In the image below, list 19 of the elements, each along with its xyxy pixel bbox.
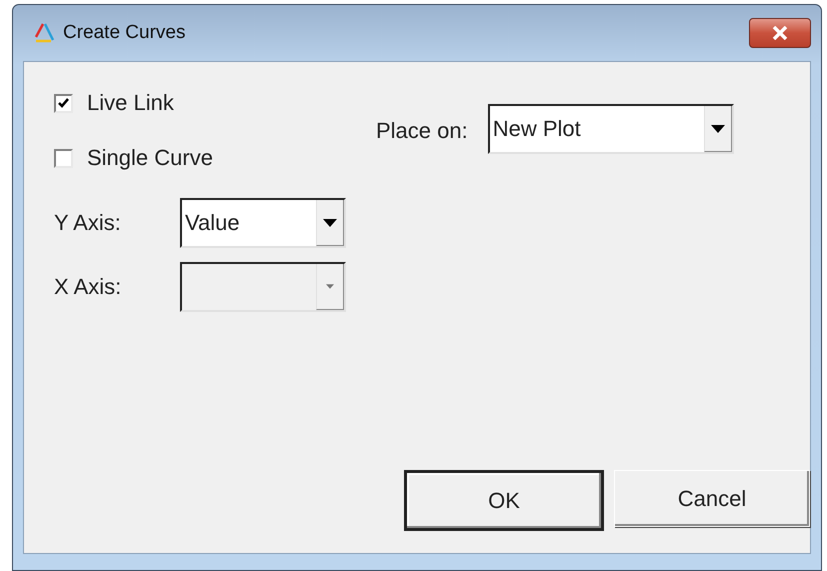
- checkbox[interactable]: [54, 94, 73, 112]
- caret-icon: [323, 218, 337, 226]
- cancel-button[interactable]: Cancel: [614, 470, 810, 527]
- close-icon: [772, 26, 788, 40]
- axis-label: Y Axis:: [54, 210, 122, 236]
- caret-icon: [326, 284, 334, 289]
- dropdown[interactable]: Value: [180, 198, 346, 248]
- window-title: Create Curves: [63, 22, 186, 44]
- checkbox-label: Live Link: [87, 90, 174, 116]
- checkbox-label: Single Curve: [87, 145, 213, 171]
- ok-button[interactable]: OK: [404, 470, 604, 531]
- axis-label: X Axis:: [54, 274, 122, 300]
- place-on-label: Place on:: [376, 118, 468, 144]
- dropdown[interactable]: New Plot: [488, 104, 734, 154]
- caret-icon: [710, 124, 725, 132]
- close-button[interactable]: [749, 18, 811, 48]
- check-icon: [58, 98, 69, 108]
- checkbox[interactable]: [54, 148, 73, 168]
- triangle-logo-icon: [33, 22, 55, 44]
